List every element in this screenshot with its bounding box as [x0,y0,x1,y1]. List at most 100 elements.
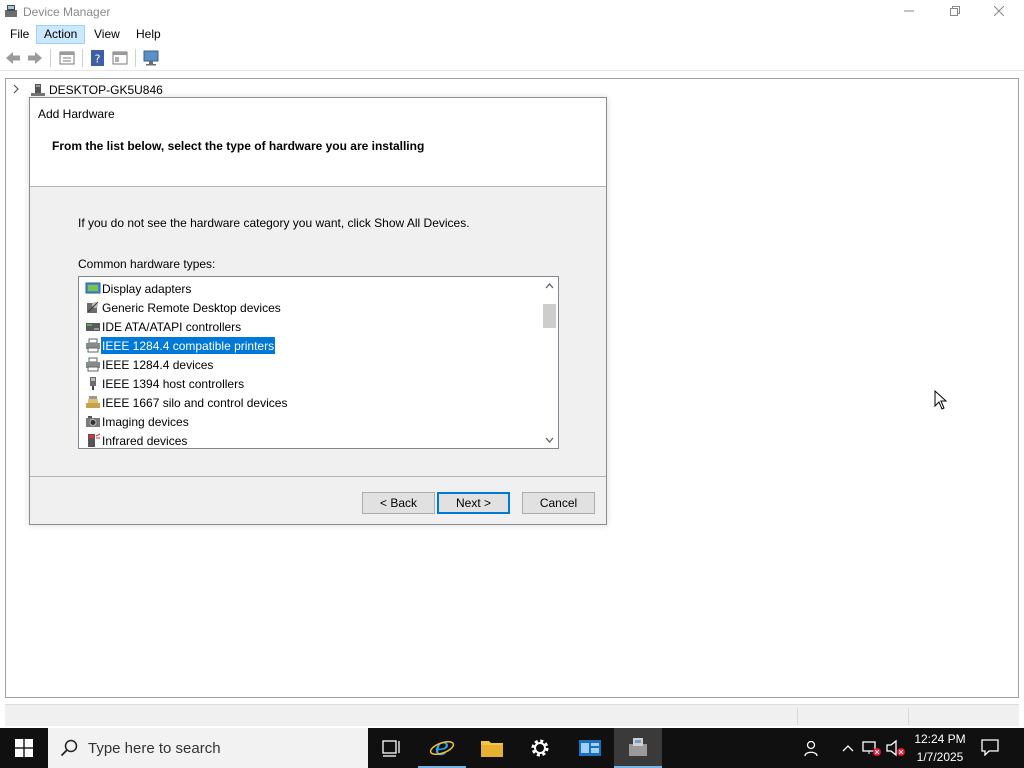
window-title: Device Manager [23,5,111,19]
toolbar-divider [135,49,136,67]
hardware-list-item[interactable]: Generic Remote Desktop devices [83,298,543,317]
dialog-info-text: If you do not see the hardware category … [78,216,470,230]
remote-desktop-icon [85,300,101,315]
minimize-button[interactable] [886,0,932,22]
scroll-up-icon[interactable] [541,277,558,294]
internet-explorer-button[interactable]: e [418,728,466,768]
dialog-title: Add Hardware [38,107,115,121]
dialog-header: Add Hardware From the list below, select… [30,98,606,187]
device-manager-icon [4,4,18,18]
restore-button[interactable] [932,0,978,22]
properties-icon[interactable] [58,49,76,67]
svg-text:e: e [435,734,449,760]
printer-icon [85,338,101,353]
folder-icon [481,741,503,757]
svg-text:?: ? [95,53,101,66]
help-icon[interactable]: ? [89,49,107,67]
status-divider [797,708,798,725]
hardware-list-item-label: Imaging devices [102,415,189,429]
hardware-list-item-label: IEEE 1284.4 compatible printers [101,337,276,354]
back-arrow-icon[interactable] [4,49,22,67]
gear-icon [531,739,549,757]
menu-action[interactable]: Action [36,25,86,44]
taskbar: Type here to search e 12:24 PM 1/7/2025 [0,728,1024,768]
start-button[interactable] [0,728,48,768]
menu-file[interactable]: File [2,25,37,44]
add-hardware-dialog: Add Hardware From the list below, select… [29,97,607,525]
hardware-list-item-label: Infrared devices [102,434,188,448]
file-explorer-button[interactable] [468,728,516,768]
network-disconnected-icon[interactable] [862,738,882,758]
search-icon [60,739,78,757]
menu-help[interactable]: Help [128,25,169,44]
hardware-list-item[interactable]: IEEE 1284.4 devices [83,355,543,374]
hardware-list-item[interactable]: IDE ATA/ATAPI controllers [83,317,543,336]
next-button[interactable]: Next > [437,492,510,514]
scroll-thumb[interactable] [543,304,556,328]
dialog-footer-divider [30,476,606,477]
show-hidden-icons-chevron-icon[interactable] [838,738,858,758]
notification-center-icon[interactable] [980,738,1002,758]
camera-icon [85,414,101,429]
display-adapter-icon [85,281,101,296]
scan-hardware-icon[interactable] [142,49,160,67]
clock-time[interactable]: 12:24 PM [910,732,970,746]
toolbar: ? [0,45,1024,71]
tree-root-computer[interactable]: DESKTOP-GK5U846 [49,83,163,97]
desktop-screen: Device Manager File Action View Help ? D… [0,0,1024,768]
cancel-button[interactable]: Cancel [522,492,595,514]
printer-icon [85,357,101,372]
back-button[interactable]: < Back [362,492,435,514]
hardware-list-item-label: Display adapters [102,282,192,296]
forward-arrow-icon[interactable] [26,49,44,67]
view-panel-icon[interactable] [111,49,129,67]
hardware-list-item-label: IEEE 1667 silo and control devices [102,396,288,410]
hardware-list-label: Common hardware types: [78,257,216,271]
hardware-list-item[interactable]: IEEE 1284.4 compatible printers [83,336,543,355]
close-button[interactable] [976,0,1022,22]
hardware-list-item[interactable]: Infrared devices [83,431,543,448]
server-manager-button[interactable] [566,728,614,768]
toolbar-divider [82,49,83,67]
silo-device-icon [85,395,101,410]
ide-controller-icon [85,319,101,334]
hardware-list-item[interactable]: Display adapters [83,279,543,298]
search-placeholder: Type here to search [88,740,221,757]
internet-explorer-icon: e [429,734,455,760]
device-manager-taskbar-icon [629,738,647,756]
taskbar-search-box[interactable]: Type here to search [48,728,368,768]
list-scrollbar[interactable] [541,277,558,448]
computer-icon [30,83,46,97]
scroll-down-icon[interactable] [541,431,558,448]
infrared-icon [85,433,101,448]
task-view-button[interactable] [368,728,416,768]
hardware-list-item[interactable]: Imaging devices [83,412,543,431]
close-icon [994,6,1004,16]
server-manager-icon [579,740,601,756]
hardware-list-item-label: Generic Remote Desktop devices [102,301,281,315]
hardware-list-item-label: IDE ATA/ATAPI controllers [102,320,242,334]
mouse-cursor-icon [934,389,948,410]
hardware-type-list[interactable]: Display adapters Generic Remote Desktop d… [78,276,559,449]
people-icon[interactable] [802,738,822,758]
chevron-right-icon[interactable] [12,84,20,97]
status-bar [5,704,1019,726]
volume-muted-icon[interactable] [886,738,906,758]
hardware-list-item[interactable]: IEEE 1667 silo and control devices [83,393,543,412]
windows-logo-icon [15,739,33,757]
hardware-list-item[interactable]: IEEE 1394 host controllers [83,374,543,393]
dialog-heading: From the list below, select the type of … [52,139,425,153]
toolbar-divider [50,49,51,67]
task-view-icon [382,740,400,757]
device-manager-taskbar-button[interactable] [614,728,662,768]
hardware-list-item-label: IEEE 1394 host controllers [102,377,245,391]
menu-view[interactable]: View [86,25,128,44]
settings-button[interactable] [516,728,564,768]
minimize-icon [904,10,914,12]
menu-bar: File Action View Help [0,24,1024,44]
usb-plug-icon [85,376,101,391]
hardware-list-item-label: IEEE 1284.4 devices [102,358,214,372]
clock-date[interactable]: 1/7/2025 [910,750,970,764]
title-bar: Device Manager [0,0,1024,24]
status-divider [908,708,909,725]
